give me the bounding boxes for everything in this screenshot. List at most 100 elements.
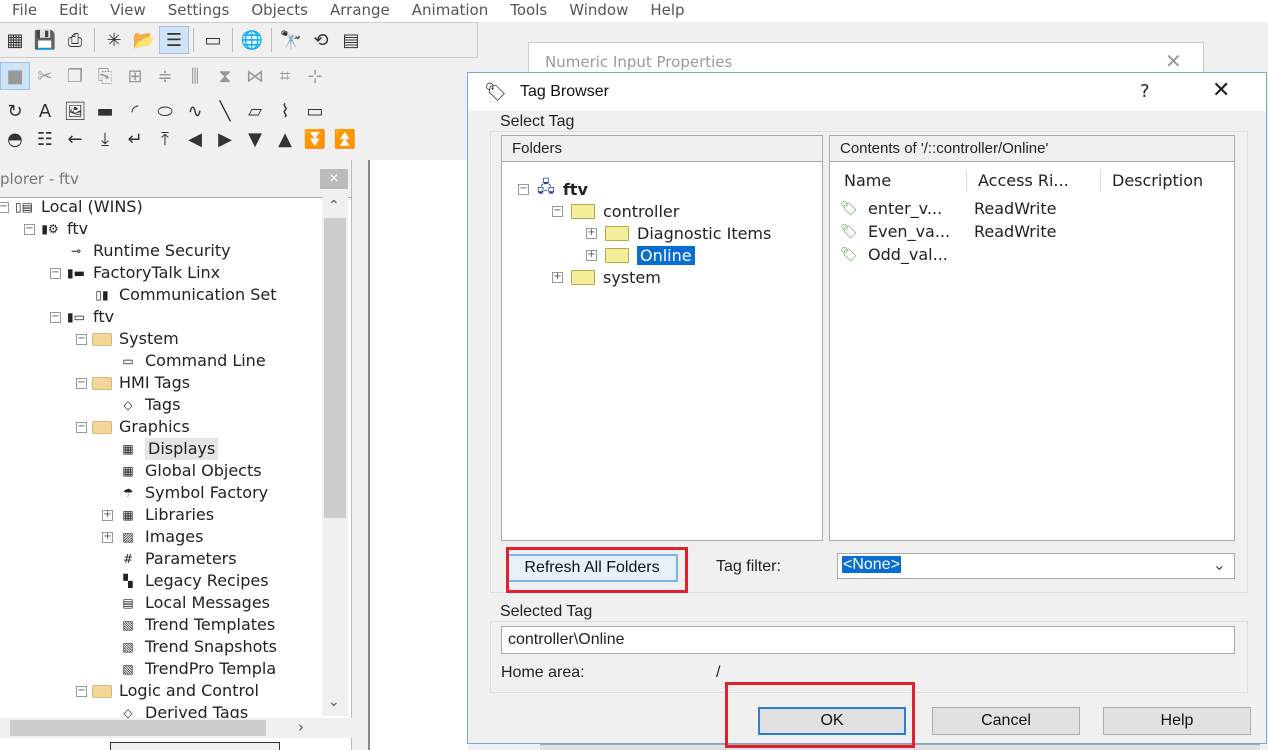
double-up-icon[interactable]: ⏫	[330, 125, 360, 153]
arrow-left-icon[interactable]: ←	[60, 125, 90, 153]
paste-icon[interactable]: ⎘	[90, 62, 120, 90]
group-icon[interactable]: ⊞	[120, 62, 150, 90]
tag-row[interactable]: 🏷 enter_v... ReadWrite	[840, 198, 1220, 220]
open-icon[interactable]: ▦	[0, 26, 30, 54]
cut-icon[interactable]: ✂	[30, 62, 60, 90]
line-icon[interactable]: ╲	[210, 97, 240, 125]
help-button[interactable]: Help	[1103, 707, 1251, 735]
collapse-icon[interactable]: −	[50, 267, 61, 279]
explorer-item-system[interactable]: − System	[76, 328, 179, 350]
explorer-item-trend-snapshots[interactable]: ▧ Trend Snapshots	[102, 636, 277, 658]
collapse-icon[interactable]: −	[24, 223, 35, 235]
menu-edit[interactable]: Edit	[59, 0, 88, 22]
collapse-icon[interactable]: −	[518, 183, 529, 195]
display-icon[interactable]: ▭	[198, 26, 228, 54]
explorer-item-runtime-security[interactable]: ⊸ Runtime Security	[50, 240, 231, 262]
explorer-item-global-objects[interactable]: ▦ Global Objects	[102, 460, 261, 482]
collapse-icon[interactable]: −	[76, 333, 87, 345]
explorer-item-tags[interactable]: ◇ Tags	[102, 394, 180, 416]
triangle-down-icon[interactable]: ▼	[240, 125, 270, 153]
triangle-right-icon[interactable]: ▶	[210, 125, 240, 153]
gauge-icon[interactable]: ◓	[0, 125, 30, 153]
collapse-icon[interactable]: −	[0, 201, 9, 213]
collapse-icon[interactable]: −	[552, 205, 563, 217]
menu-view[interactable]: View	[110, 0, 146, 22]
tag-editor-icon[interactable]: ▤	[336, 26, 366, 54]
explorer-item-trendpro-templa[interactable]: ▧ TrendPro Templa	[102, 658, 276, 680]
numeric-list-icon[interactable]: ☷	[30, 125, 60, 153]
explorer-item-communication-set[interactable]: ▯▮ Communication Set	[76, 284, 276, 306]
explorer-item-command-line[interactable]: ▭ Command Line	[102, 350, 265, 372]
column-separator[interactable]	[966, 170, 967, 192]
menu-tools[interactable]: Tools	[510, 0, 547, 22]
find-icon[interactable]: 🔭	[276, 26, 306, 54]
cycle-icon[interactable]: ⟲	[306, 26, 336, 54]
explorer-close-button[interactable]: ×	[320, 169, 348, 189]
expand-icon[interactable]: +	[586, 249, 597, 261]
collapse-icon[interactable]: −	[50, 311, 61, 323]
column-separator[interactable]	[1100, 170, 1101, 192]
valve-icon[interactable]: ⋈	[240, 62, 270, 90]
distribute-icon[interactable]: ⫼	[180, 62, 210, 90]
tag-row[interactable]: 🏷 Even_va... ReadWrite	[840, 221, 1220, 243]
scroll-down-icon[interactable]: ⌄	[328, 694, 340, 710]
explorer-item-graphics[interactable]: − Graphics	[76, 416, 190, 438]
selected-tag-input[interactable]: controller\Online	[501, 626, 1235, 654]
explorer-item-local-wins-[interactable]: − ▯▤ Local (WINS)	[0, 196, 143, 218]
double-down-icon[interactable]: ⏬	[300, 125, 330, 153]
list-view-icon[interactable]: ☰	[159, 26, 189, 54]
expand-icon[interactable]: +	[102, 531, 113, 543]
explorer-item-ftv[interactable]: − ▮▭ ftv	[50, 306, 114, 328]
column-name[interactable]: Name	[844, 168, 891, 194]
copy-icon[interactable]: ❐	[60, 62, 90, 90]
chevron-down-icon[interactable]: ⌄	[1213, 555, 1226, 575]
explorer-horizontal-scroll-thumb[interactable]	[10, 720, 266, 736]
align-icon[interactable]: ≑	[150, 62, 180, 90]
explorer-item-symbol-factory[interactable]: ☂ Symbol Factory	[102, 482, 269, 504]
explorer-item-logic-and-control[interactable]: − Logic and Control	[76, 680, 259, 702]
column-access[interactable]: Access Ri...	[978, 168, 1069, 194]
new-icon[interactable]: ✳	[99, 26, 129, 54]
folder-item-diagnostic-items[interactable]: + Diagnostic Items	[586, 222, 771, 244]
menu-settings[interactable]: Settings	[168, 0, 230, 22]
menu-file[interactable]: File	[12, 0, 37, 22]
expand-icon[interactable]: +	[586, 227, 597, 239]
folder-item-system[interactable]: + system	[552, 266, 661, 288]
help-icon[interactable]: ?	[1140, 81, 1150, 102]
snap-icon[interactable]: ⊹	[300, 62, 330, 90]
enter-icon[interactable]: ↵	[120, 125, 150, 153]
column-description[interactable]: Description	[1112, 168, 1203, 194]
text-icon[interactable]: A	[30, 97, 60, 125]
cancel-button[interactable]: Cancel	[932, 707, 1080, 735]
explorer-item-libraries[interactable]: + ▦ Libraries	[102, 504, 214, 526]
menu-animation[interactable]: Animation	[412, 0, 488, 22]
expand-icon[interactable]: +	[552, 271, 563, 283]
collapse-icon[interactable]: −	[76, 377, 87, 389]
explorer-item-parameters[interactable]: # Parameters	[102, 548, 237, 570]
network-icon[interactable]: 🌐	[237, 26, 267, 54]
rectangle-filled-icon[interactable]: ▬	[90, 97, 120, 125]
explorer-item-local-messages[interactable]: ▤ Local Messages	[102, 592, 270, 614]
explorer-item-legacy-recipes[interactable]: ▚ Legacy Recipes	[102, 570, 268, 592]
arrow-up-end-icon[interactable]: ⤒	[150, 125, 180, 153]
expand-icon[interactable]: +	[102, 509, 113, 521]
scroll-up-icon[interactable]: ⌃	[328, 198, 340, 214]
folder-item-controller[interactable]: − controller	[552, 200, 679, 222]
display-canvas[interactable]	[368, 160, 468, 750]
explorer-item-images[interactable]: + ▨ Images	[102, 526, 203, 548]
explorer-item-displays[interactable]: ▦ Displays	[102, 438, 219, 460]
menu-arrange[interactable]: Arrange	[330, 0, 390, 22]
collapse-icon[interactable]: −	[76, 685, 87, 697]
image-icon[interactable]: 🖼	[60, 97, 90, 125]
explorer-vertical-scroll-thumb[interactable]	[324, 218, 346, 518]
folder-item-online[interactable]: + Online	[586, 244, 695, 266]
grid-icon[interactable]: ⌗	[270, 62, 300, 90]
flip-icon[interactable]: ⧗	[210, 62, 240, 90]
rectangle-icon[interactable]: ▭	[300, 97, 330, 125]
arrow-down-end-icon[interactable]: ⤓	[90, 125, 120, 153]
print-icon[interactable]: ⎙	[60, 26, 90, 54]
close-icon[interactable]: ✕	[1212, 78, 1230, 103]
numeric-input-close-icon[interactable]: ✕	[1165, 49, 1182, 73]
ellipse-icon[interactable]: ⬭	[150, 97, 180, 125]
menu-objects[interactable]: Objects	[251, 0, 308, 22]
